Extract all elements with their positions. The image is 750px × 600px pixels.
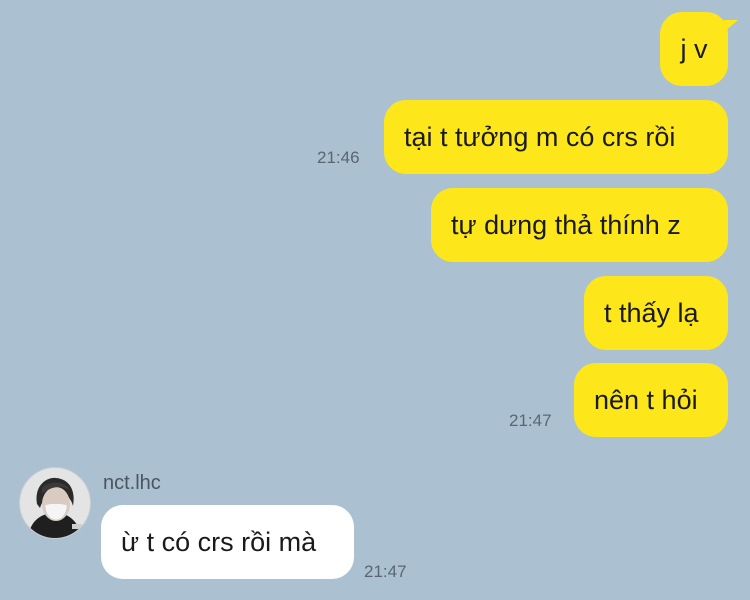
message-timestamp: 21:47 — [509, 411, 552, 430]
message-text: nên t hỏi — [594, 384, 698, 415]
message-text: j v — [680, 33, 708, 64]
message-timestamp: 21:46 — [317, 148, 360, 167]
message-timestamp: 21:47 — [364, 562, 407, 581]
message-bubble-received[interactable]: ừ t có crs rồi mà — [101, 505, 354, 579]
message-text: tự dưng thả thính z — [451, 209, 681, 240]
message-bubble-sent[interactable]: tự dưng thả thính z — [431, 188, 728, 262]
bubble-tail — [724, 20, 738, 32]
message-text: tại t tưởng m có crs rồi — [404, 121, 676, 152]
message-bubble-sent[interactable]: tại t tưởng m có crs rồi — [384, 100, 728, 174]
message-text: t thấy lạ — [604, 297, 699, 328]
sender-name: nct.lhc — [103, 472, 161, 494]
message-text: ừ t có crs rồi mà — [121, 526, 317, 557]
message-bubble-sent[interactable]: nên t hỏi — [574, 363, 728, 437]
profile-photo-icon — [20, 468, 90, 538]
message-bubble-sent[interactable]: j v — [660, 12, 728, 86]
message-bubble-sent[interactable]: t thấy lạ — [584, 276, 728, 350]
avatar[interactable] — [19, 467, 91, 539]
